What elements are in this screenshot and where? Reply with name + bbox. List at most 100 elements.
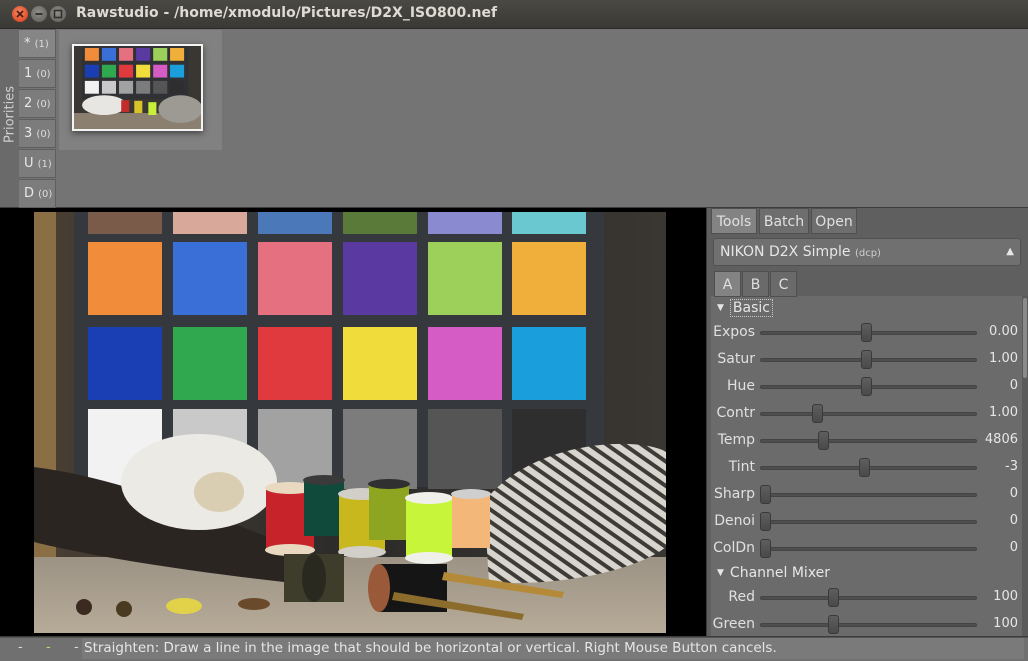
slider-track[interactable]	[760, 547, 977, 551]
slider-label: Red	[728, 589, 755, 605]
color-patch	[512, 327, 586, 400]
photo-preview[interactable]	[34, 212, 666, 633]
color-patch	[343, 242, 417, 315]
priority-tab-count: (0)	[36, 99, 51, 110]
priorities-label: Priorities	[2, 86, 18, 143]
slider-track[interactable]	[760, 596, 977, 600]
color-profile-select[interactable]: NIKON D2X Simple (dcp) ▲	[713, 238, 1021, 266]
thumbnail-color-patch	[136, 47, 151, 61]
channel-mixer-section-title: Channel Mixer	[729, 565, 831, 581]
slider-label: Expos	[713, 324, 755, 340]
slider-track[interactable]	[760, 412, 977, 416]
slider-handle[interactable]	[827, 588, 839, 607]
minimize-icon	[35, 13, 43, 15]
thumbnail-color-patch	[136, 80, 151, 94]
priority-tab-2[interactable]: 2 (0)	[19, 89, 56, 118]
slider-label: Tint	[728, 459, 755, 475]
color-patch	[512, 242, 586, 315]
color-patch	[173, 212, 247, 234]
slider-label: Green	[712, 616, 755, 632]
tab-open[interactable]: Open	[811, 208, 857, 234]
color-patch	[343, 327, 417, 400]
slider-handle[interactable]	[760, 539, 771, 558]
slider-label: Contr	[716, 405, 755, 421]
profile-name: NIKON D2X Simple	[720, 244, 851, 260]
minimize-window-button[interactable]	[31, 6, 47, 22]
color-patch	[258, 327, 332, 400]
close-window-button[interactable]	[12, 6, 28, 22]
slider-track[interactable]	[760, 623, 977, 627]
thumbnail-color-patch	[170, 47, 185, 61]
tools-scrollbar[interactable]	[1022, 296, 1028, 636]
slider-handle[interactable]	[811, 404, 823, 423]
updown-arrows-icon: ▲	[1006, 246, 1014, 257]
thumbnail-color-patch	[101, 80, 116, 94]
slider-handle[interactable]	[860, 350, 872, 369]
slider-label: Satur	[717, 351, 755, 367]
color-patch	[258, 242, 332, 315]
thumbnail-color-patch	[101, 47, 116, 61]
color-patch	[88, 242, 162, 315]
channel-mixer-section-header[interactable]: ▼ Channel Mixer	[717, 565, 830, 581]
thumbnail-color-patch	[84, 47, 99, 61]
maximize-icon	[53, 9, 63, 19]
color-patch	[343, 212, 417, 234]
priority-tab-1[interactable]: 1 (0)	[19, 59, 56, 88]
snapshot-tab-b[interactable]: B	[742, 271, 769, 297]
slider-value: 100	[993, 616, 1018, 631]
basic-section-header[interactable]: ▼ Basic	[717, 299, 773, 317]
slider-handle[interactable]	[860, 377, 872, 396]
slider-handle[interactable]	[858, 458, 870, 477]
color-patch	[428, 212, 502, 234]
slider-label: Hue	[726, 378, 755, 394]
slider-track[interactable]	[760, 493, 977, 497]
status-indicator: -	[18, 640, 23, 655]
photo-thumbnail[interactable]	[72, 44, 203, 131]
expander-down-icon: ▼	[717, 303, 724, 313]
slider-label: Denoi	[714, 513, 755, 529]
status-message: Straighten: Draw a line in the image tha…	[82, 638, 1024, 659]
snapshot-tab-a[interactable]: A	[714, 271, 741, 297]
priority-tab-all[interactable]: * (1)	[19, 29, 56, 58]
color-patch	[428, 242, 502, 315]
thumbnail-color-patch	[153, 47, 168, 61]
maximize-window-button[interactable]	[50, 6, 66, 22]
thumbnail-color-patch	[101, 64, 116, 78]
slider-handle[interactable]	[817, 431, 829, 450]
priority-tab-count: (0)	[36, 69, 51, 80]
slider-handle[interactable]	[760, 512, 771, 531]
slider-value: 1.00	[989, 351, 1018, 366]
slider-handle[interactable]	[760, 485, 771, 504]
photo-canvas	[34, 212, 666, 633]
color-patch	[428, 327, 502, 400]
thumbnail-color-patch	[119, 80, 134, 94]
thumbnail-color-patch	[119, 64, 134, 78]
basic-section-title: Basic	[729, 299, 773, 317]
priority-tab-label: U	[24, 156, 34, 171]
thumbnail-color-patch	[84, 64, 99, 78]
slider-handle[interactable]	[827, 615, 839, 634]
thumbnail-color-patch	[136, 64, 151, 78]
slider-value: 0	[1009, 378, 1018, 393]
snapshot-tab-c[interactable]: C	[770, 271, 797, 297]
expander-down-icon: ▼	[717, 568, 724, 578]
scrollbar-thumb[interactable]	[1023, 298, 1027, 378]
slider-track[interactable]	[760, 439, 977, 443]
priority-tab-count: (0)	[36, 129, 51, 140]
thumbnail-color-patch	[153, 80, 168, 94]
priority-tab-label: 1	[24, 66, 33, 81]
slider-value: 0	[1009, 486, 1018, 501]
priority-tab-count: (1)	[34, 39, 49, 50]
priority-tab-deleted[interactable]: D (0)	[19, 179, 56, 208]
color-patch	[173, 242, 247, 315]
thumbnail-image	[74, 46, 201, 129]
color-patch	[512, 212, 586, 234]
slider-track[interactable]	[760, 520, 977, 524]
tab-batch[interactable]: Batch	[759, 208, 809, 234]
priority-tab-label: *	[24, 36, 31, 51]
priority-tab-3[interactable]: 3 (0)	[19, 119, 56, 148]
slider-handle[interactable]	[860, 323, 872, 342]
tab-tools[interactable]: Tools	[711, 208, 757, 234]
color-patch	[258, 212, 332, 234]
priority-tab-unprioritized[interactable]: U (1)	[19, 149, 56, 178]
